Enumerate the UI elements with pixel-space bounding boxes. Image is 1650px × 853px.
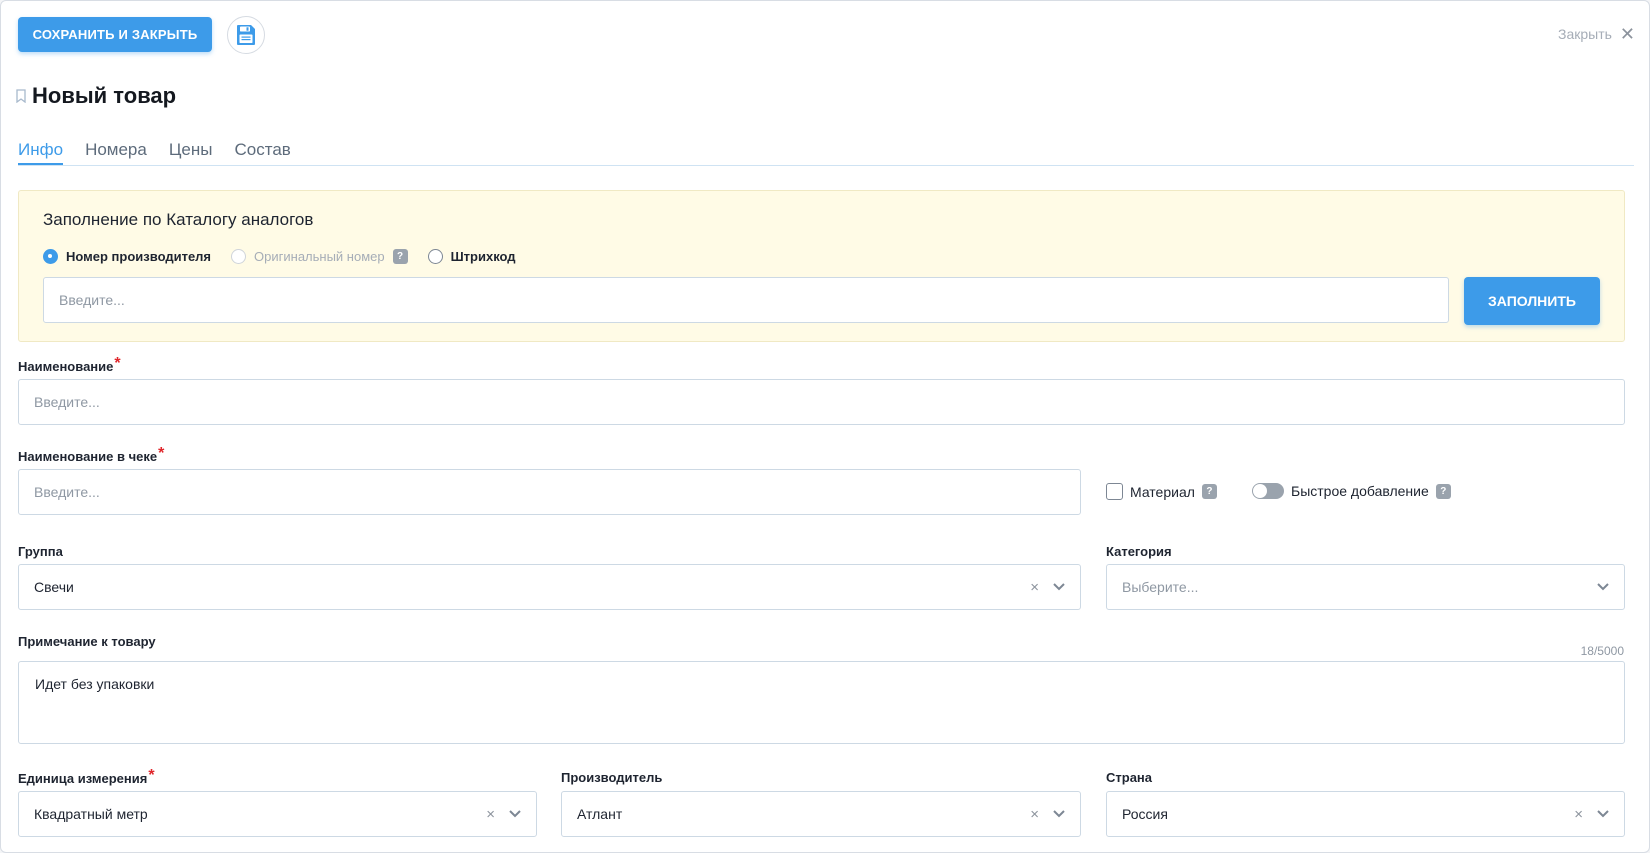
clear-icon[interactable]: × — [1030, 580, 1039, 595]
group-value: Свечи — [34, 579, 74, 595]
radio-label: Штрихкод — [450, 249, 516, 264]
chevron-down-icon[interactable] — [1053, 583, 1065, 591]
tab-composition[interactable]: Состав — [235, 140, 291, 165]
note-textarea[interactable]: Идет без упаковки — [18, 661, 1625, 744]
product-editor-window: СОХРАНИТЬ И ЗАКРЫТЬ Закрыть ✕ Новый това… — [0, 0, 1650, 853]
unit-value: Квадратный метр — [34, 806, 148, 822]
search-type-radio-group: Номер производителя Оригинальный номер ?… — [43, 249, 516, 264]
note-char-counter: 18/5000 — [1580, 644, 1624, 658]
radio-original-number: Оригинальный номер ? — [231, 249, 408, 264]
catalog-fill-panel: Заполнение по Каталогу аналогов Номер пр… — [18, 190, 1625, 342]
checkbox-box[interactable] — [1106, 483, 1123, 500]
manufacturer-value: Атлант — [577, 806, 623, 822]
country-select[interactable]: Россия × — [1106, 791, 1625, 837]
required-mark: * — [148, 767, 155, 784]
title-row: Новый товар — [16, 83, 176, 109]
clear-icon[interactable]: × — [1030, 807, 1039, 822]
receipt-name-input[interactable] — [18, 469, 1081, 515]
radio-manufacturer-number[interactable]: Номер производителя — [43, 249, 211, 264]
chevron-down-icon[interactable] — [1597, 583, 1609, 591]
close-button[interactable]: Закрыть ✕ — [1558, 25, 1635, 43]
name-input[interactable] — [18, 379, 1625, 425]
floppy-disk-icon — [237, 25, 255, 45]
radio-label: Номер производителя — [66, 249, 212, 264]
manufacturer-label: Производитель — [561, 770, 663, 785]
country-label: Страна — [1106, 770, 1153, 785]
toggle-switch[interactable] — [1252, 483, 1284, 499]
manufacturer-select[interactable]: Атлант × — [561, 791, 1081, 837]
chevron-down-icon[interactable] — [509, 810, 521, 818]
receipt-name-label-text: Наименование в чеке — [18, 449, 158, 464]
unit-label: Единица измерения* — [18, 767, 155, 788]
close-label: Закрыть — [1557, 26, 1612, 42]
material-checkbox[interactable]: Материал ? — [1106, 483, 1217, 500]
chevron-down-icon[interactable] — [1597, 810, 1609, 818]
radio-label: Оригинальный номер — [254, 249, 385, 264]
material-label: Материал — [1130, 483, 1195, 500]
bookmark-icon[interactable] — [16, 89, 26, 103]
category-label: Категория — [1106, 544, 1172, 559]
chevron-down-icon[interactable] — [1053, 810, 1065, 818]
fill-button[interactable]: ЗАПОЛНИТЬ — [1464, 277, 1600, 325]
help-icon[interactable]: ? — [392, 249, 408, 264]
save-button[interactable] — [227, 16, 265, 54]
receipt-name-label: Наименование в чеке* — [18, 445, 165, 466]
quick-add-toggle[interactable]: Быстрое добавление ? — [1252, 483, 1451, 499]
required-mark: * — [158, 445, 165, 462]
page-title: Новый товар — [32, 83, 177, 108]
radio-dot — [43, 249, 58, 264]
radio-dot — [231, 249, 247, 264]
note-label: Примечание к товару — [18, 634, 156, 649]
tab-numbers[interactable]: Номера — [85, 140, 147, 165]
quick-add-label: Быстрое добавление — [1291, 483, 1429, 499]
unit-select[interactable]: Квадратный метр × — [18, 791, 537, 837]
category-placeholder: Выберите... — [1122, 579, 1199, 595]
unit-label-text: Единица измерения — [18, 771, 148, 786]
tab-prices[interactable]: Цены — [169, 140, 213, 165]
group-select[interactable]: Свечи × — [18, 564, 1081, 610]
catalog-search-input[interactable] — [43, 277, 1449, 323]
name-label: Наименование* — [18, 355, 121, 376]
clear-icon[interactable]: × — [1574, 807, 1583, 822]
close-icon: ✕ — [1619, 24, 1635, 44]
tab-bar: Инфо Номера Цены Состав — [18, 140, 1634, 166]
help-icon[interactable]: ? — [1201, 484, 1217, 499]
radio-barcode[interactable]: Штрихкод — [427, 249, 516, 264]
help-icon[interactable]: ? — [1435, 483, 1451, 499]
save-and-close-button[interactable]: СОХРАНИТЬ И ЗАКРЫТЬ — [18, 17, 212, 52]
name-label-text: Наименование — [18, 359, 114, 374]
clear-icon[interactable]: × — [486, 807, 495, 822]
radio-dot — [427, 249, 443, 264]
country-value: Россия — [1122, 806, 1168, 822]
catalog-title: Заполнение по Каталогу аналогов — [43, 210, 314, 229]
required-mark: * — [114, 355, 121, 372]
tab-info[interactable]: Инфо — [18, 140, 64, 165]
group-label: Группа — [18, 544, 63, 559]
category-select[interactable]: Выберите... — [1106, 564, 1625, 610]
